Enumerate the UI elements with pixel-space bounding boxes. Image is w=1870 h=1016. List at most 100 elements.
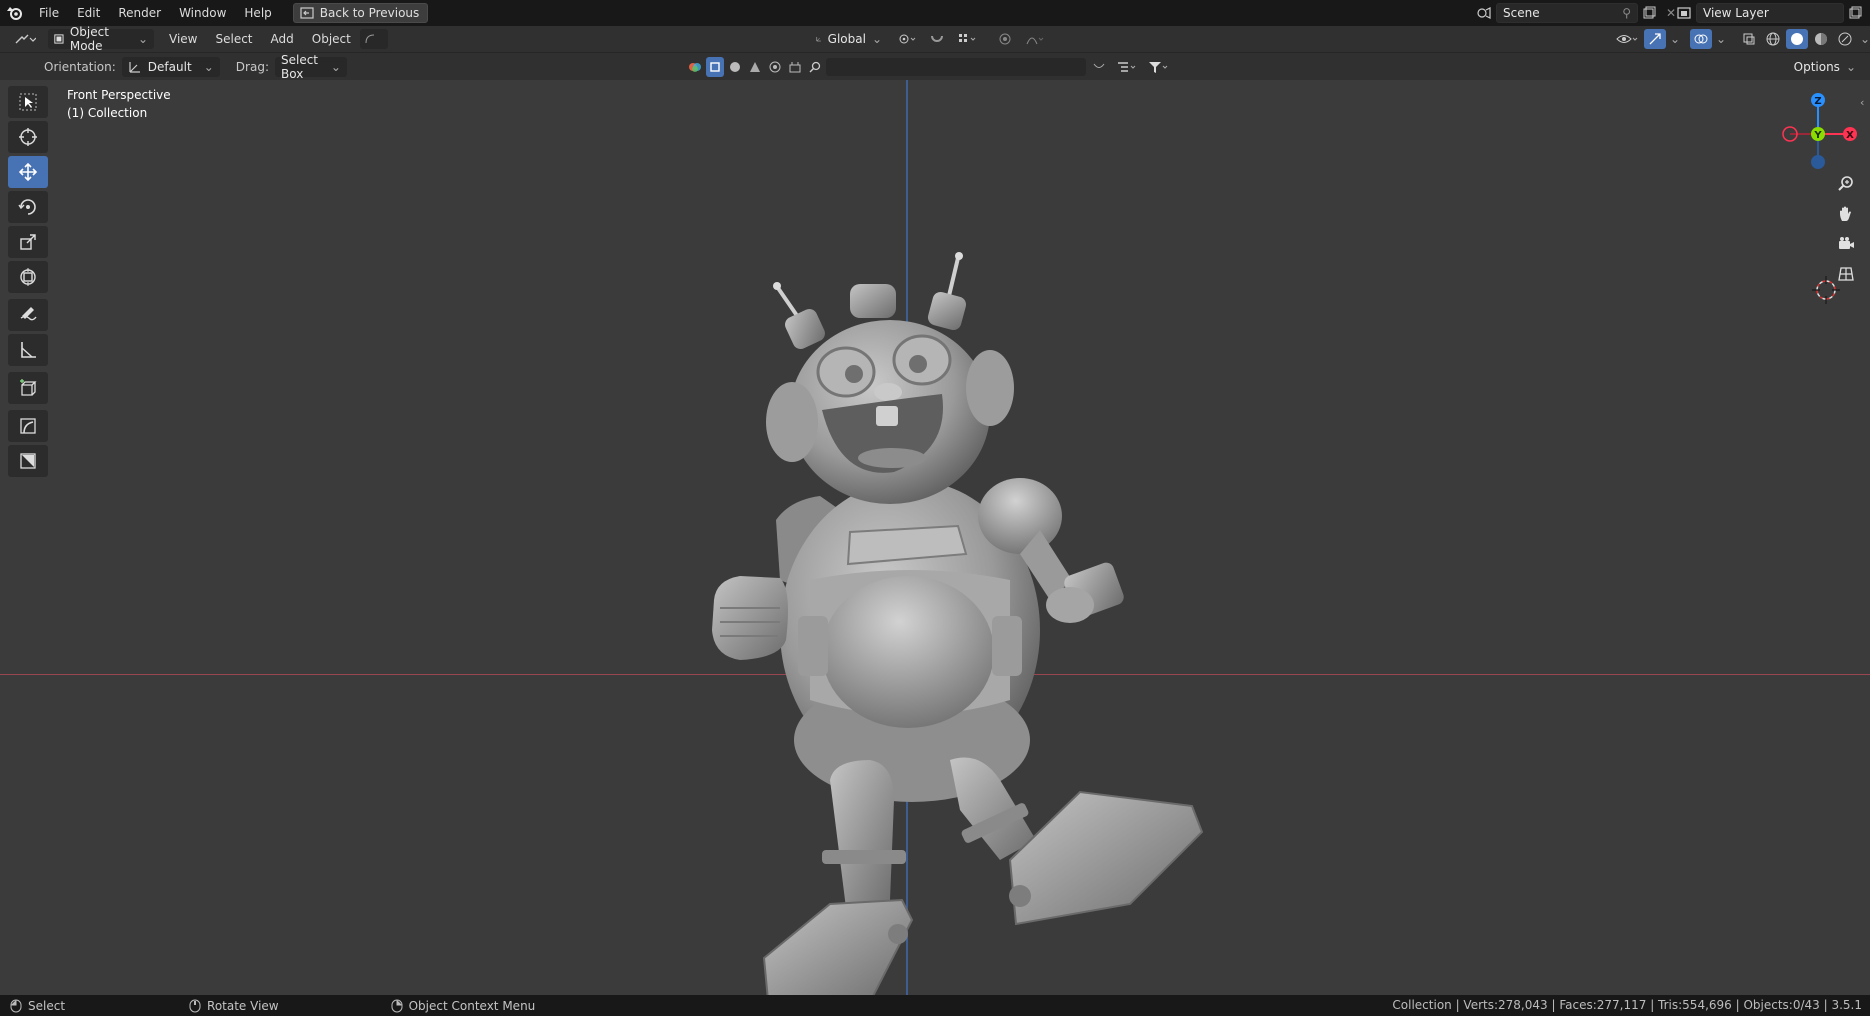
add-cube-icon — [20, 379, 37, 396]
scene-name: Scene — [1503, 6, 1540, 20]
cursor-tool-button[interactable] — [8, 121, 48, 153]
blender-logo-icon[interactable] — [0, 0, 30, 26]
mouse-left-icon — [10, 999, 22, 1012]
editor-type-icon[interactable] — [10, 29, 40, 49]
material-shading-icon[interactable] — [1810, 29, 1832, 49]
object-mode-dropdown[interactable]: Object Mode ⌄ — [48, 25, 154, 53]
top-menubar: File Edit Render Window Help Back to Pre… — [0, 0, 1870, 26]
drag-value: Select Box — [280, 52, 319, 81]
camera-view-icon[interactable] — [1832, 230, 1860, 258]
drag-label: Drag: — [235, 59, 269, 74]
object-types-icon[interactable] — [686, 57, 704, 77]
neg-z-axis-handle[interactable] — [1811, 155, 1825, 169]
wireframe-shading-icon[interactable] — [1762, 29, 1784, 49]
chevron-down-icon: ⌄ — [1845, 60, 1856, 74]
menu-help[interactable]: Help — [235, 0, 280, 26]
menu-edit[interactable]: Edit — [68, 0, 109, 26]
pan-hand-icon[interactable] — [1832, 200, 1860, 228]
camera-select-icon[interactable] — [766, 57, 784, 77]
status-context-menu-label: Object Context Menu — [408, 998, 536, 1013]
new-view-layer-icon[interactable] — [1844, 3, 1866, 23]
rotate-tool-button[interactable] — [8, 191, 48, 223]
status-rotate-view-label: Rotate View — [207, 998, 279, 1013]
orientation-label: Orientation: — [44, 59, 116, 74]
mesh-select-icon[interactable] — [706, 57, 724, 77]
move-tool-button[interactable] — [8, 156, 48, 188]
chevron-down-icon[interactable]: ⌄ — [1858, 29, 1870, 49]
filter-dropdown-icon[interactable] — [1088, 57, 1110, 77]
xray-toggle-icon[interactable] — [1738, 29, 1760, 49]
transform-tool-button[interactable] — [8, 261, 48, 293]
back-to-previous-button[interactable]: Back to Previous — [292, 3, 429, 23]
shear-tool-button[interactable] — [8, 410, 48, 442]
robot-3d-model[interactable] — [680, 160, 1220, 995]
global-orientation-icon — [816, 36, 821, 42]
pivot-point-icon[interactable] — [892, 29, 922, 49]
mouse-right-icon — [391, 999, 403, 1012]
rip-region-tool-button[interactable] — [8, 445, 48, 477]
sidebar-toggle-icon[interactable]: ‹ — [1860, 96, 1864, 109]
scene-type-icon[interactable] — [1474, 3, 1496, 23]
orientation-dropdown[interactable]: Default ⌄ — [121, 56, 220, 77]
view-layer-icon[interactable] — [1674, 3, 1696, 23]
chevron-down-icon[interactable]: ⌄ — [1714, 29, 1728, 49]
scale-tool-button[interactable] — [8, 226, 48, 258]
options-label: Options — [1793, 60, 1840, 74]
new-scene-icon[interactable] — [1638, 3, 1660, 23]
funnel-filter-icon[interactable] — [1144, 57, 1174, 77]
orientation-icon — [129, 61, 140, 73]
pin-icon[interactable]: ⚲ — [1622, 6, 1631, 20]
rendered-shading-icon[interactable] — [1834, 29, 1856, 49]
chevron-down-icon: ⌄ — [871, 32, 882, 46]
filter-search-input[interactable] — [826, 58, 1086, 76]
curve-icon — [365, 34, 374, 44]
snap-toggle-icon[interactable] — [926, 29, 948, 49]
empty-select-icon[interactable] — [746, 57, 764, 77]
sort-list-icon[interactable] — [1112, 57, 1142, 77]
menu-object[interactable]: Object — [303, 32, 360, 46]
move-arrows-icon — [18, 162, 38, 182]
back-to-previous-label: Back to Previous — [319, 6, 420, 20]
shear-icon — [20, 418, 36, 434]
chevron-down-icon: ⌄ — [203, 59, 214, 74]
menu-render[interactable]: Render — [109, 0, 170, 26]
menu-add[interactable]: Add — [262, 32, 303, 46]
left-toolbar — [8, 86, 48, 480]
snap-target-icon[interactable] — [952, 29, 982, 49]
visibility-eye-icon[interactable] — [1612, 29, 1642, 49]
menu-file[interactable]: File — [30, 0, 68, 26]
drag-dropdown[interactable]: Select Box ⌄ — [274, 53, 347, 81]
overlays-toggle-icon[interactable] — [1690, 29, 1712, 49]
search-icon[interactable] — [806, 57, 824, 77]
snapping-extra-dropdown[interactable] — [359, 29, 388, 49]
3d-cursor-icon[interactable] — [1812, 276, 1840, 304]
solid-shading-icon[interactable] — [1786, 29, 1808, 49]
view-layer-field[interactable]: View Layer — [1696, 3, 1844, 23]
back-icon — [300, 7, 314, 19]
3d-viewport[interactable]: Front Perspective (1) Collection Z X Y ‹ — [0, 80, 1870, 995]
collection-name: (1) Collection — [67, 106, 148, 120]
menu-window[interactable]: Window — [170, 0, 235, 26]
scene-name-field[interactable]: Scene ⚲ — [1496, 3, 1638, 23]
light-select-icon[interactable] — [726, 57, 744, 77]
select-box-tool-button[interactable] — [8, 86, 48, 118]
transform-orientation-dropdown[interactable]: Global ⌄ — [810, 29, 888, 49]
chevron-down-icon[interactable]: ⌄ — [1668, 29, 1682, 49]
delete-view-layer-icon[interactable]: ✕ — [1866, 3, 1870, 23]
menu-view[interactable]: View — [160, 32, 206, 46]
status-bar: Select Rotate View Object Context Menu C… — [0, 995, 1870, 1016]
falloff-icon[interactable] — [1020, 29, 1050, 49]
add-cube-tool-button[interactable] — [8, 372, 48, 404]
chevron-down-icon: ⌄ — [137, 32, 148, 46]
options-dropdown[interactable]: Options ⌄ — [1788, 57, 1862, 77]
object-mode-icon — [54, 34, 64, 44]
navigation-gizmo[interactable]: Z X Y — [1772, 86, 1862, 176]
menu-select[interactable]: Select — [206, 32, 261, 46]
measure-tool-button[interactable] — [8, 334, 48, 366]
annotate-tool-button[interactable] — [8, 299, 48, 331]
proportional-editing-icon[interactable] — [994, 29, 1016, 49]
other-select-icon[interactable] — [786, 57, 804, 77]
gizmo-toggle-icon[interactable] — [1644, 29, 1666, 49]
view-name: Front Perspective — [67, 88, 171, 102]
zoom-icon[interactable] — [1832, 170, 1860, 198]
